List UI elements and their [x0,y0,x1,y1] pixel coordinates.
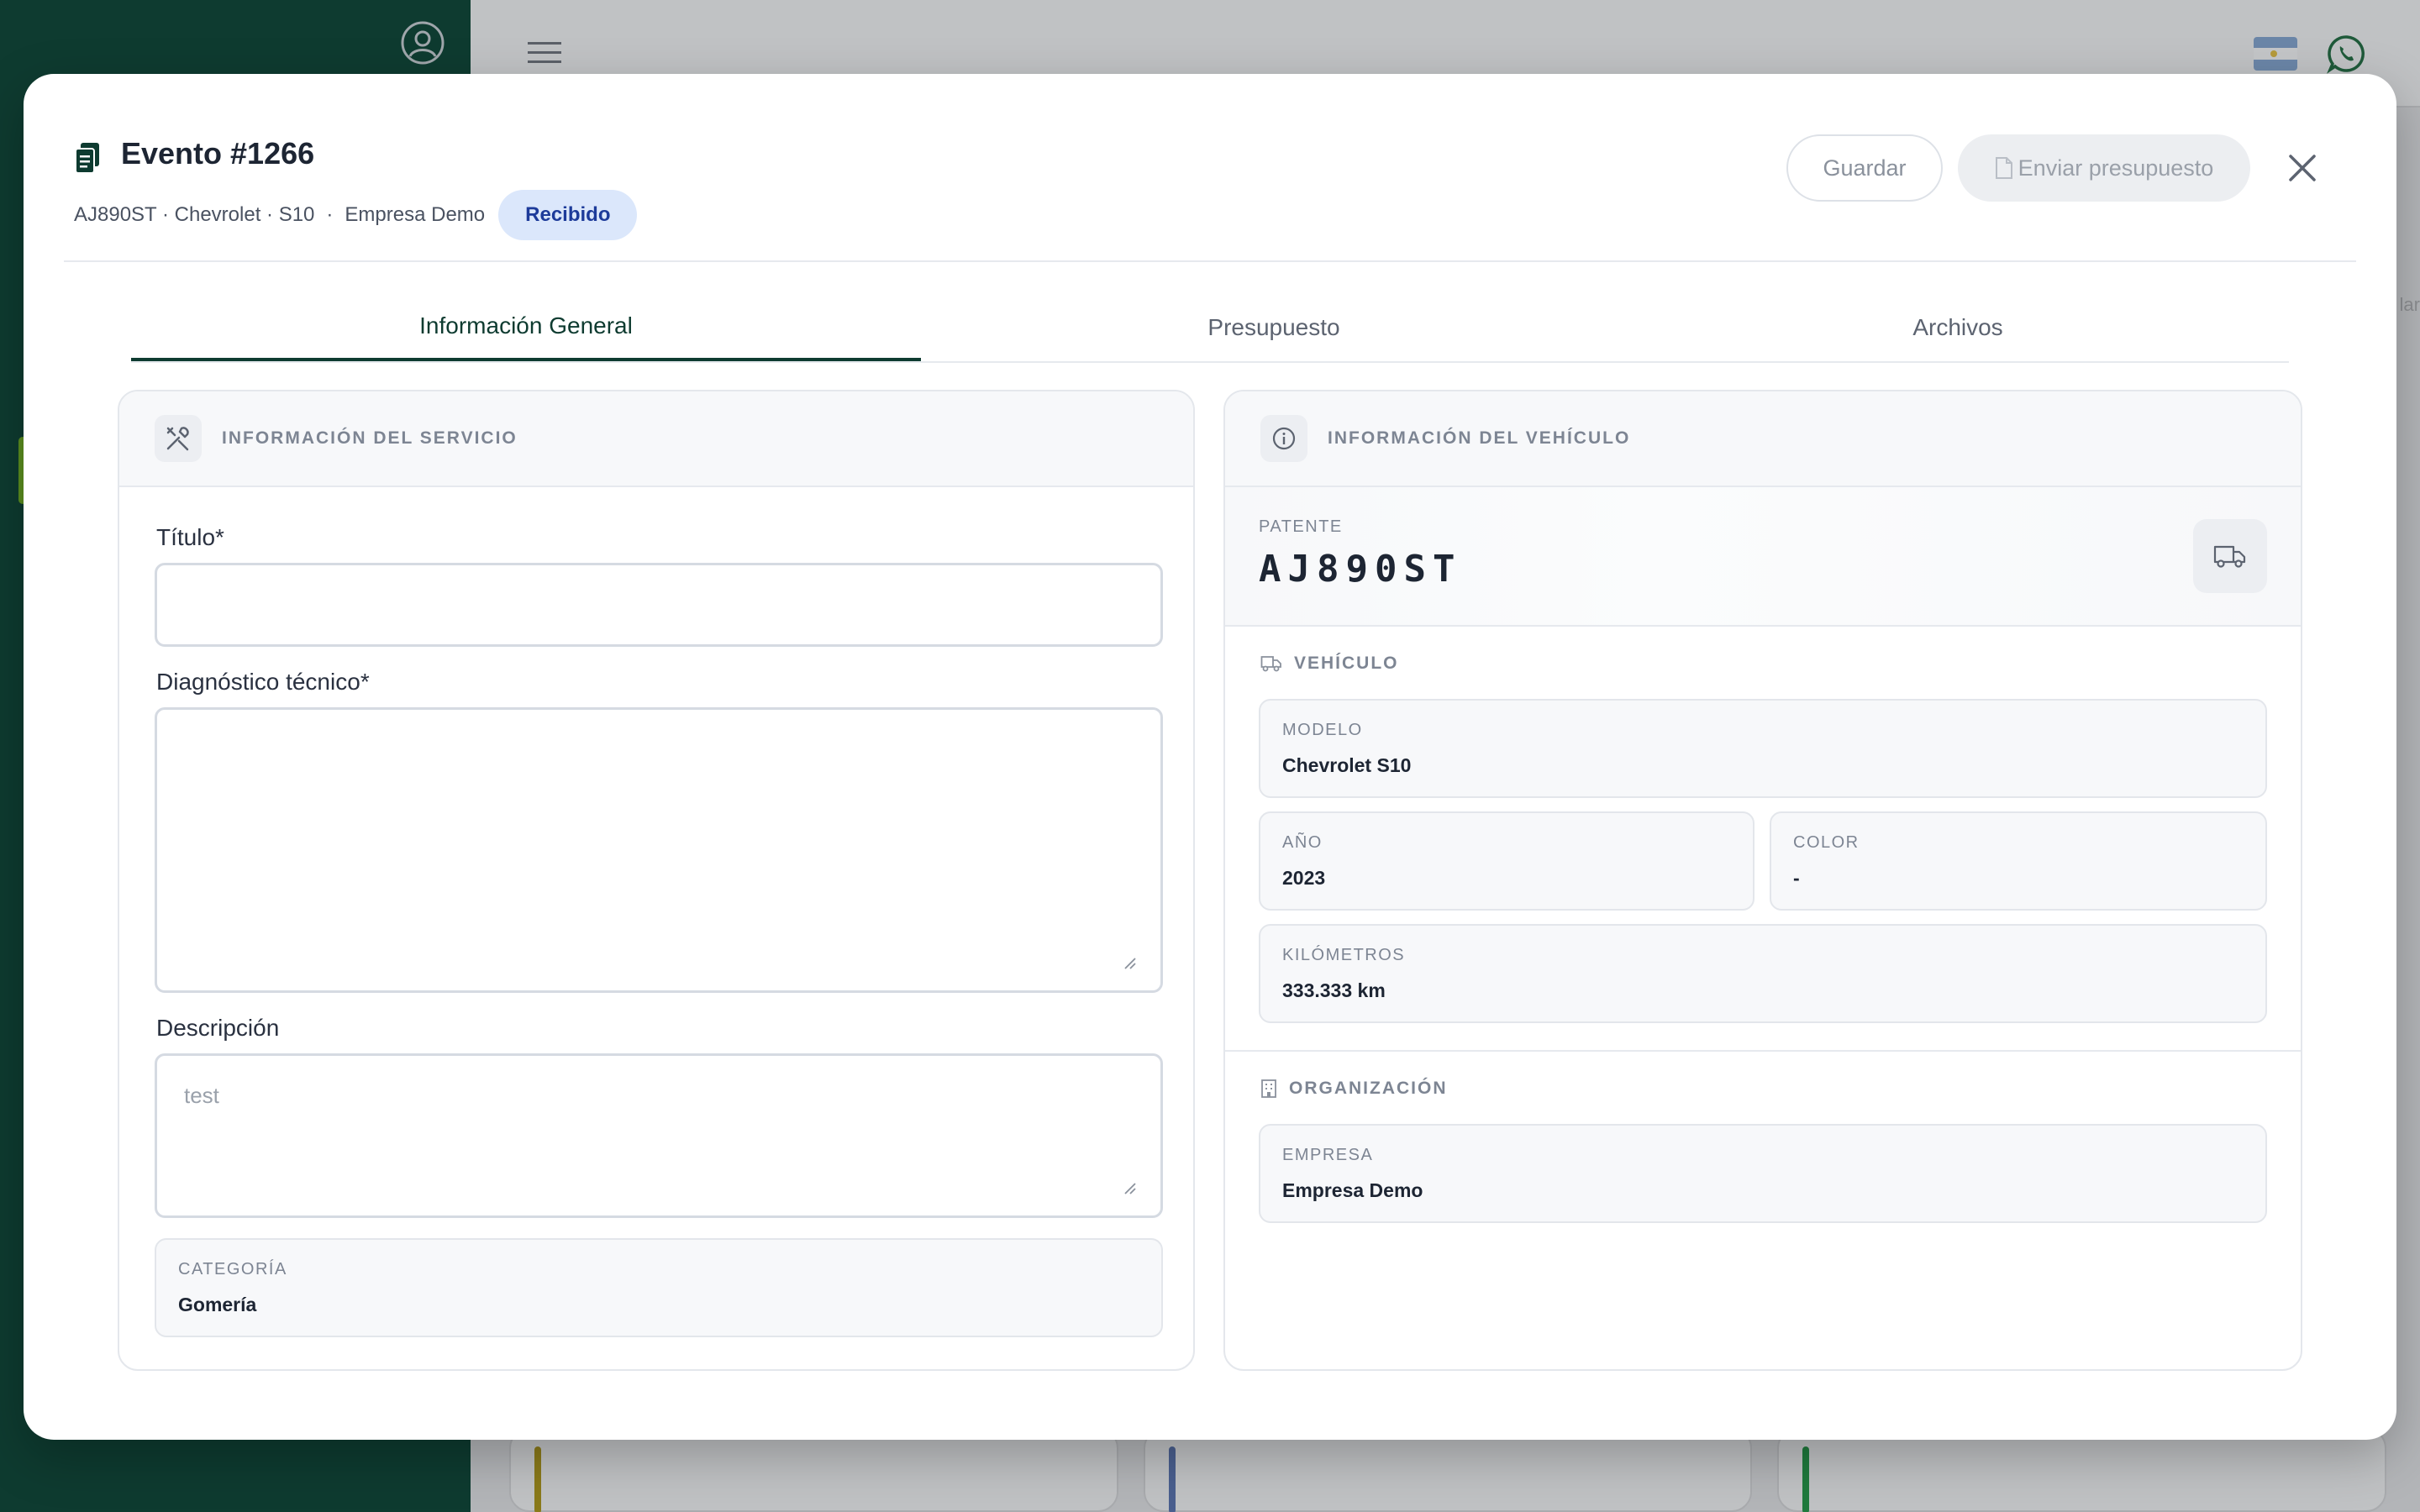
plate-section: PATENTE AJ890ST [1225,487,2301,627]
send-budget-label: Enviar presupuesto [2018,155,2214,181]
bg-card [509,1428,1118,1512]
organization-section-title: ORGANIZACIÓN [1260,1079,1448,1099]
category-value: Gomería [178,1294,257,1315]
vehicle-info-header: INFORMACIÓN DEL VEHÍCULO [1225,391,2301,487]
description-field-label: Descripción [156,1015,280,1041]
separator: · [326,203,334,226]
category-field: CATEGORÍA Gomería [155,1238,1163,1337]
bg-card [1143,1428,1753,1512]
tab-files[interactable]: Archivos [1627,294,2289,361]
whatsapp-icon[interactable] [2326,34,2366,74]
description-textarea[interactable]: test [155,1053,1163,1218]
bg-edge-text: lar [2399,294,2420,315]
info-icon [1260,415,1307,462]
subtitle-make: Chevrolet [174,203,261,226]
model-field: MODELO Chevrolet S10 [1259,699,2267,798]
resize-handle-icon[interactable] [1122,955,1137,970]
building-icon [1261,1079,1276,1098]
category-label: CATEGORÍA [178,1260,287,1278]
separator: · [161,203,169,226]
vehicle-section-title: VEHÍCULO [1260,654,1399,674]
vehicle-info-panel: INFORMACIÓN DEL VEHÍCULO PATENTE AJ890ST [1223,390,2302,1371]
diagnosis-field-label: Diagnóstico técnico* [156,669,370,696]
color-value: - [1793,867,1800,889]
close-icon [2289,155,2316,181]
event-modal: Evento #1266 AJ890ST · Chevrolet · S10 ·… [24,74,2396,1440]
vehicle-summary: AJ890ST · Chevrolet · S10 [74,203,314,227]
required-mark: * [360,669,370,695]
diagnosis-label-text: Diagnóstico técnico [156,669,360,695]
kilometers-field: KILÓMETROS 333.333 km [1259,924,2267,1023]
service-info-panel: INFORMACIÓN DEL SERVICIO Título* Diagnós… [118,390,1195,1371]
kilometers-value: 333.333 km [1282,979,1386,1001]
separator: · [266,203,274,226]
subtitle-model: S10 [278,203,315,226]
subtitle-company: Empresa Demo [345,203,486,226]
service-info-header: INFORMACIÓN DEL SERVICIO [119,391,1193,487]
user-profile-icon[interactable] [400,20,445,66]
title-field-label: Título* [156,524,224,551]
model-label: MODELO [1282,721,1363,739]
company-field: EMPRESA Empresa Demo [1259,1124,2267,1223]
truck-icon [1260,656,1281,672]
year-value: 2023 [1282,867,1326,889]
argentina-flag-icon[interactable] [2254,37,2297,71]
title-input[interactable] [155,563,1163,647]
organization-section-label: ORGANIZACIÓN [1289,1079,1448,1098]
truck-icon [2193,519,2267,593]
menu-icon[interactable] [528,39,561,67]
clipboard-copy-icon [75,143,99,174]
year-field: AÑO 2023 [1259,811,1754,911]
diagnosis-textarea[interactable] [155,707,1163,993]
resize-handle-icon[interactable] [1122,1180,1137,1195]
modal-title: Evento #1266 [121,136,315,171]
send-budget-button[interactable]: Enviar presupuesto [1958,134,2250,202]
description-placeholder: test [184,1083,219,1108]
save-button[interactable]: Guardar [1786,134,1943,202]
event-subtitle: AJ890ST · Chevrolet · S10 · Empresa Demo… [74,190,638,240]
tools-icon [155,415,202,462]
required-mark: * [215,524,224,550]
close-button[interactable] [2275,141,2329,195]
vehicle-info-title: INFORMACIÓN DEL VEHÍCULO [1328,428,1631,448]
document-icon [1995,157,2012,179]
plate-label: PATENTE [1259,517,1343,536]
tab-budget[interactable]: Presupuesto [921,294,1627,361]
model-value: Chevrolet S10 [1282,754,1412,776]
title-label-text: Título [156,524,216,550]
section-divider [1225,1050,2301,1052]
status-badge: Recibido [498,190,638,240]
kilometers-label: KILÓMETROS [1282,946,1406,964]
bg-card [1777,1428,2387,1512]
subtitle-plate: AJ890ST [74,203,157,226]
service-info-title: INFORMACIÓN DEL SERVICIO [222,428,518,448]
company-value: Empresa Demo [1282,1179,1423,1201]
vehicle-section-label: VEHÍCULO [1294,654,1399,673]
bg-card-row [509,1428,2387,1512]
plate-value: AJ890ST [1259,548,1462,591]
company-label: EMPRESA [1282,1146,1374,1164]
color-label: COLOR [1793,833,1860,852]
tab-bar: Información General Presupuesto Archivos [131,294,2289,363]
tab-general-info[interactable]: Información General [131,294,921,361]
year-label: AÑO [1282,833,1323,852]
color-field: COLOR - [1770,811,2267,911]
